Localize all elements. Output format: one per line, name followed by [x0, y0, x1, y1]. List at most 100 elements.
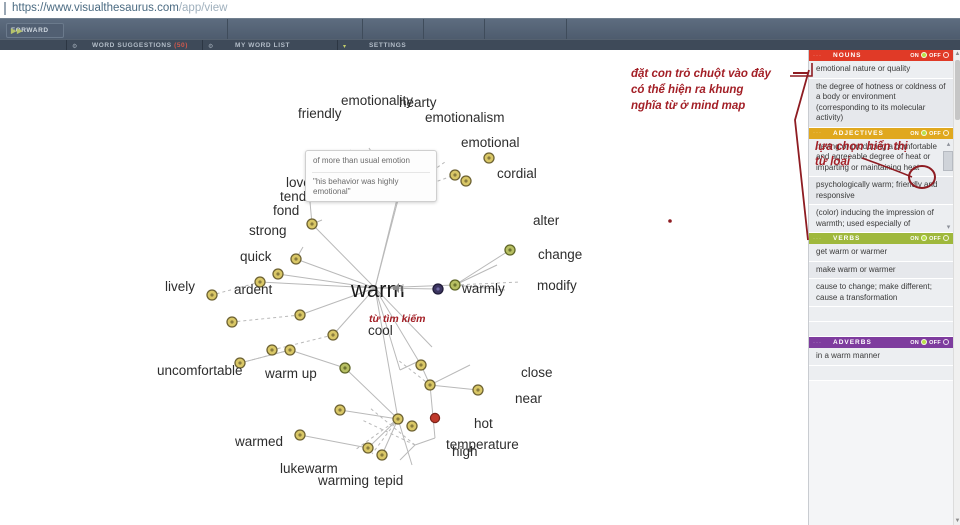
- map-word-quick[interactable]: quick: [240, 249, 272, 264]
- pos-toggle-on-label: ON: [910, 53, 920, 59]
- pos-group-name: ADVERBS: [833, 339, 872, 346]
- drag-handle-icon[interactable]: ···: [813, 53, 822, 59]
- pos-senses-adverbs: in a warm manner: [809, 348, 954, 381]
- sense-spacer: [809, 365, 954, 381]
- map-word-cordial[interactable]: cordial: [497, 166, 537, 181]
- pos-toggle[interactable]: ON OFF: [910, 129, 951, 137]
- map-word-hearty[interactable]: hearty: [399, 95, 437, 110]
- browser-url-bar[interactable]: https://www.visualthesaurus.com/app/view: [0, 0, 960, 19]
- sense-item[interactable]: psychologically warm; friendly and respo…: [809, 177, 954, 205]
- pos-toggle-off-label: OFF: [929, 236, 941, 242]
- map-word-hot[interactable]: hot: [474, 416, 493, 431]
- map-word-change[interactable]: change: [538, 247, 582, 262]
- annotation-line: có thể hiện ra khung: [631, 84, 744, 96]
- sense-scroll-down[interactable]: ▾: [945, 224, 952, 231]
- drag-handle-icon[interactable]: ···: [813, 236, 822, 242]
- pos-toggle-on-radio[interactable]: [921, 235, 928, 241]
- sense-item[interactable]: cause to change; make different; cause a…: [809, 279, 954, 307]
- map-word-close[interactable]: close: [521, 365, 553, 380]
- map-word-near[interactable]: near: [515, 391, 542, 406]
- double-chevron-right-icon: ▶▶: [11, 28, 23, 35]
- pos-header-adjectives[interactable]: ··· ADJECTIVES ON OFF: [809, 127, 954, 139]
- pos-toggle-off-label: OFF: [929, 340, 941, 346]
- chevron-down-icon: ▾: [343, 43, 347, 50]
- map-word-warmly[interactable]: warmly: [462, 281, 505, 296]
- gear-icon: ⚙: [72, 43, 78, 50]
- drag-handle-icon[interactable]: ···: [813, 130, 822, 136]
- meanings-sidebar[interactable]: ··· NOUNS ON OFF emotional nature or quality…: [808, 50, 954, 525]
- map-word-fond[interactable]: fond: [273, 203, 299, 218]
- my-word-list-label: MY WORD LIST: [235, 42, 291, 49]
- pos-group-name: NOUNS: [833, 52, 862, 59]
- annotation-line: đặt con trỏ chuột vào đây: [631, 68, 771, 80]
- pos-toggle-off-radio[interactable]: [943, 339, 949, 345]
- map-word-alter[interactable]: alter: [533, 213, 559, 228]
- pos-toggle-off-label: OFF: [929, 130, 941, 137]
- pos-toggle-off-radio[interactable]: [943, 235, 949, 241]
- pos-toggle-off-radio[interactable]: [943, 129, 949, 136]
- annotation-line: lựa chọn hiển thị: [815, 141, 908, 153]
- map-word-strong[interactable]: strong: [249, 223, 287, 238]
- pos-header-verbs[interactable]: ··· VERBS ON OFF: [809, 233, 954, 244]
- pos-senses-verbs: get warm or warmer make warm or warmer cau…: [809, 244, 954, 337]
- tooltip-definition: of more than usual emotion: [313, 156, 410, 165]
- sense-item[interactable]: (color) inducing the impression of warmt…: [809, 205, 954, 233]
- map-word-uncomfortable[interactable]: uncomfortable: [157, 363, 243, 378]
- annotation-line: từ loại: [815, 156, 851, 168]
- page-scrollbar-thumb[interactable]: [955, 60, 960, 120]
- map-word-friendly[interactable]: friendly: [298, 106, 342, 121]
- sense-item[interactable]: make warm or warmer: [809, 261, 954, 279]
- sense-scroll-up[interactable]: ▴: [945, 141, 952, 148]
- forward-button[interactable]: FORWARD ▶▶: [6, 23, 64, 38]
- word-suggestions-label: WORD SUGGESTIONS (50): [92, 42, 188, 49]
- annotation-pos-toggle-hint: lựa chọn hiển thị từ loại: [815, 140, 908, 170]
- map-word-ardent[interactable]: ardent: [234, 282, 272, 297]
- map-word-cool[interactable]: cool: [368, 323, 393, 338]
- pos-toggle[interactable]: ON OFF: [910, 235, 951, 242]
- map-word-high[interactable]: high: [452, 444, 478, 459]
- tooltip-example: "his behavior was highly emotional": [313, 177, 399, 196]
- scroll-down-arrow[interactable]: ▼: [954, 517, 960, 525]
- map-word-modify[interactable]: modify: [537, 278, 577, 293]
- map-word-emotional[interactable]: emotional: [461, 135, 520, 150]
- pos-group-name: VERBS: [833, 235, 861, 242]
- map-word-warming[interactable]: warming: [318, 473, 369, 488]
- pos-toggle-on-radio[interactable]: [921, 52, 928, 58]
- url-path-part: /app/view: [178, 2, 228, 14]
- scroll-up-arrow[interactable]: ▲: [954, 50, 960, 58]
- annotation-mindmap-hint: đặt con trỏ chuột vào đây có thể hiện ra …: [631, 66, 771, 114]
- pos-toggle-on-label: ON: [910, 340, 920, 346]
- pos-toggle-on-radio[interactable]: [921, 339, 928, 345]
- sense-item[interactable]: in a warm manner: [809, 348, 954, 366]
- sense-scrollbar-thumb[interactable]: [943, 150, 953, 171]
- word-suggestions-text: WORD SUGGESTIONS: [92, 42, 172, 49]
- pos-header-nouns[interactable]: ··· NOUNS ON OFF: [809, 50, 954, 61]
- sense-spacer: [809, 322, 954, 337]
- speaker-icon[interactable]: [392, 282, 406, 294]
- pos-toggle-on-label: ON: [910, 236, 920, 242]
- url-text: https://www.visualthesaurus.com/app/view: [12, 2, 227, 14]
- thesaurus-map-canvas[interactable]: emotionality hearty emotionalism friendly em…: [0, 50, 808, 525]
- map-word-warm-up[interactable]: warm up: [265, 366, 317, 381]
- gear-icon: ⚙: [208, 43, 214, 50]
- pos-toggle-on-radio[interactable]: [921, 129, 928, 136]
- map-word-emotionalism[interactable]: emotionalism: [425, 110, 505, 125]
- sense-item[interactable]: emotional nature or quality: [809, 61, 954, 79]
- definition-tooltip: of more than usual emotion "his behavior…: [305, 150, 437, 202]
- pos-toggle[interactable]: ON OFF: [910, 52, 951, 59]
- map-word-tepid[interactable]: tepid: [374, 473, 403, 488]
- pos-senses-nouns: emotional nature or quality the degree of…: [809, 61, 954, 128]
- page-scrollbar[interactable]: ▲ ▼: [953, 50, 960, 525]
- word-suggestions-count: (50): [174, 42, 189, 49]
- pos-header-adverbs[interactable]: ··· ADVERBS ON OFF: [809, 337, 954, 348]
- pos-toggle-off-radio[interactable]: [943, 52, 949, 58]
- drag-handle-icon[interactable]: ···: [813, 340, 822, 346]
- annotation-search-word: từ tìm kiếm: [369, 313, 426, 325]
- map-word-warmed[interactable]: warmed: [235, 434, 283, 449]
- map-word-lively[interactable]: lively: [165, 279, 195, 294]
- pos-group-name: ADJECTIVES: [833, 129, 884, 137]
- sense-item[interactable]: the degree of hotness or coldness of a b…: [809, 78, 954, 128]
- pos-toggle-off-label: OFF: [929, 53, 941, 59]
- sense-item[interactable]: get warm or warmer: [809, 244, 954, 262]
- pos-toggle[interactable]: ON OFF: [910, 339, 951, 346]
